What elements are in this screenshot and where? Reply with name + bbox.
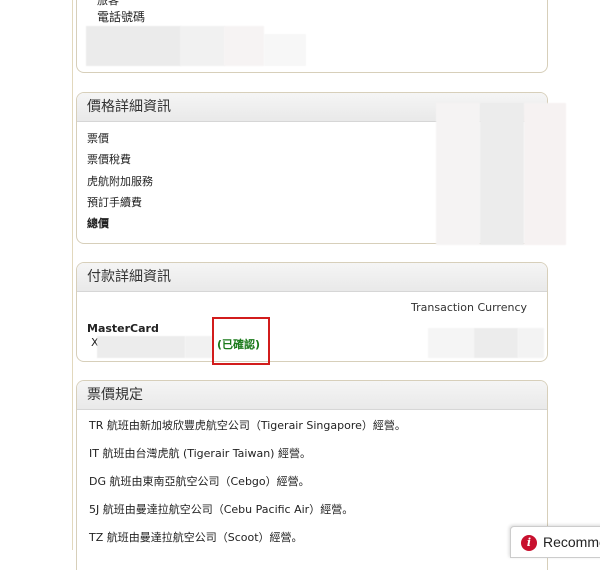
amount-redacted xyxy=(428,328,474,358)
phone-value-redacted-3 xyxy=(224,26,264,66)
fare-rule-line: 5J 航班由曼達拉航空公司（Cebu Pacific Air）經營。 xyxy=(89,503,354,516)
card-type: MasterCard xyxy=(87,322,159,335)
fare-rules-panel: 票價規定 TR 航班由新加坡欣豐虎航空公司（Tigerair Singapore… xyxy=(76,380,548,570)
transaction-currency-label: Transaction Currency xyxy=(411,301,527,314)
phone-label: 電話號碼 xyxy=(97,10,146,24)
price-row-tax: 票價稅費 xyxy=(87,153,131,166)
price-row-booking-fee: 預訂手續費 xyxy=(87,196,142,209)
recommend-widget[interactable]: i Recommend xyxy=(510,526,600,558)
phone-value-redacted xyxy=(86,26,181,66)
amount-redacted-2 xyxy=(474,328,518,358)
card-number-redacted-2 xyxy=(185,336,212,358)
price-values-redacted-3 xyxy=(524,103,566,245)
price-row-total: 總價 xyxy=(87,217,109,230)
info-icon: i xyxy=(521,535,537,551)
fare-rules-header: 票價規定 xyxy=(77,381,547,410)
phone-value-redacted-2 xyxy=(180,26,225,66)
price-values-redacted-2 xyxy=(480,103,524,245)
fare-rule-line: TZ 航班由曼達拉航空公司（Scoot）經營。 xyxy=(89,531,303,544)
price-row-fare: 票價 xyxy=(87,132,109,145)
fare-rule-line: IT 航班由台灣虎航 (Tigerair Taiwan) 經營。 xyxy=(89,447,311,460)
card-number-redacted xyxy=(97,336,185,358)
recommend-label: Recommend xyxy=(543,534,600,550)
price-values-redacted xyxy=(436,103,480,245)
contact-cut-label: 旅客 xyxy=(97,0,119,7)
fare-rule-line: TR 航班由新加坡欣豐虎航空公司（Tigerair Singapore）經營。 xyxy=(89,419,406,432)
price-row-addons: 虎航附加服務 xyxy=(87,175,153,188)
payment-details-header: 付款詳細資訊 xyxy=(77,263,547,292)
amount-redacted-3 xyxy=(518,328,544,358)
phone-value-redacted-4 xyxy=(264,34,306,66)
status-highlight-box xyxy=(212,317,270,365)
fare-rule-line: DG 航班由東南亞航空公司（Cebgo）經營。 xyxy=(89,475,310,488)
